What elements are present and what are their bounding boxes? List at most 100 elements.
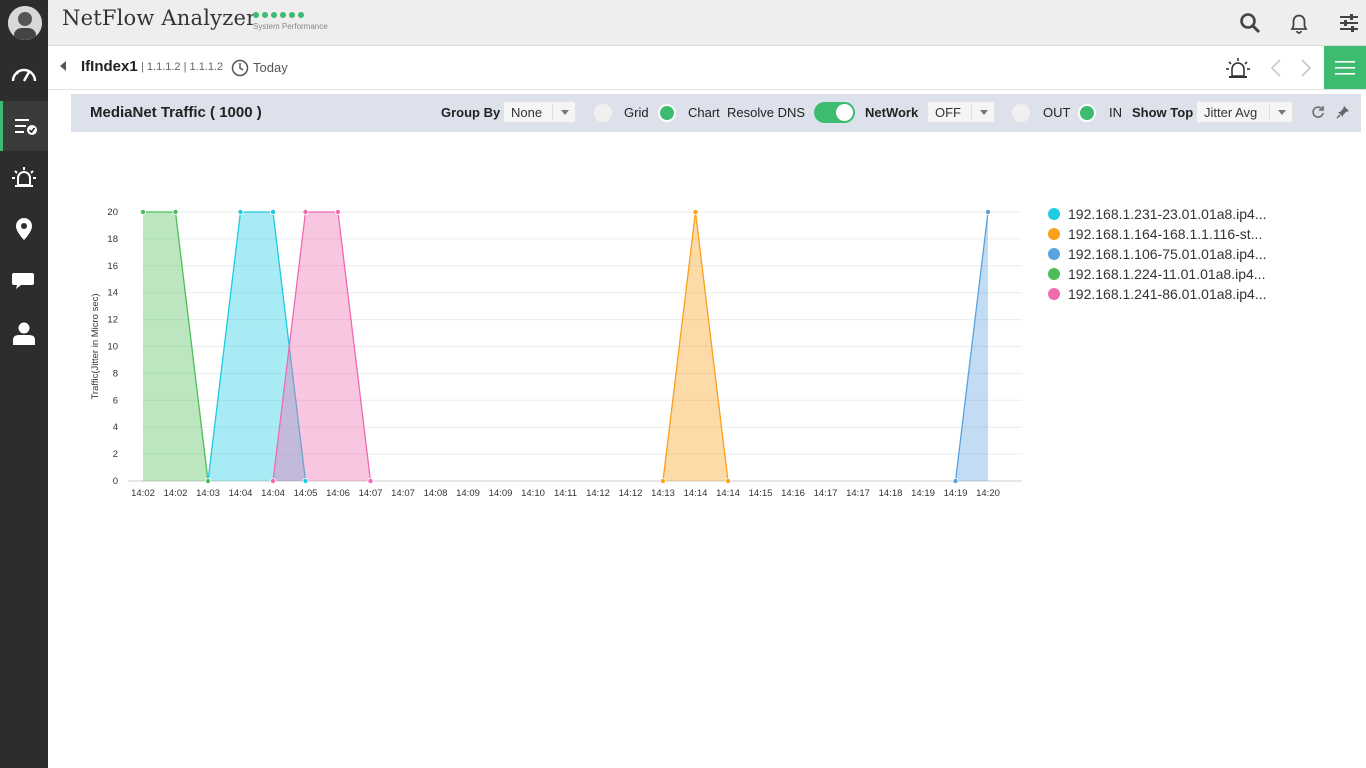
data-point <box>302 208 309 215</box>
data-point <box>692 208 699 215</box>
legend-item[interactable]: 192.168.1.231-23.01.01a8.ip4... <box>1048 204 1267 224</box>
legend-item[interactable]: 192.168.1.164-168.1.1.116-st... <box>1048 224 1267 244</box>
sidebar-item-chat[interactable] <box>0 256 48 306</box>
x-tick-label: 14:02 <box>131 488 155 499</box>
x-tick-label: 14:16 <box>781 488 805 499</box>
y-tick-label: 14 <box>107 288 118 299</box>
gauge-icon <box>11 68 37 82</box>
widget-toolbar: MediaNet Traffic ( 1000 ) Group By None … <box>71 94 1361 132</box>
y-tick-label: 12 <box>107 315 118 326</box>
chart-legend: 192.168.1.231-23.01.01a8.ip4... 192.168.1… <box>1048 204 1267 304</box>
search-icon <box>1240 13 1261 34</box>
chevron-left-icon[interactable] <box>1270 58 1282 78</box>
refresh-icon[interactable] <box>1311 105 1325 119</box>
data-point <box>269 208 276 215</box>
show-top-value: Jitter Avg <box>1204 105 1258 120</box>
x-tick-label: 14:11 <box>554 488 577 499</box>
user-avatar-image <box>8 6 42 40</box>
data-point <box>140 208 147 215</box>
time-period[interactable]: Today <box>253 60 288 75</box>
legend-color-dot <box>1048 288 1060 300</box>
network-select[interactable]: OFF <box>927 101 995 123</box>
chart-radio[interactable] <box>660 106 674 120</box>
show-top-label: Show Top <box>1132 105 1194 120</box>
legend-color-dot <box>1048 268 1060 280</box>
legend-label: 192.168.1.164-168.1.1.116-st... <box>1068 226 1263 242</box>
chevron-down-icon <box>1278 110 1286 115</box>
x-tick-label: 14:09 <box>489 488 513 499</box>
x-tick-label: 14:13 <box>651 488 675 499</box>
data-point <box>334 208 341 215</box>
data-point <box>985 208 992 215</box>
x-tick-label: 14:14 <box>684 488 708 499</box>
legend-label: 192.168.1.224-11.01.01a8.ip4... <box>1068 266 1266 282</box>
in-radio[interactable] <box>1080 106 1094 120</box>
x-tick-label: 14:06 <box>326 488 350 499</box>
grid-radio[interactable] <box>593 103 613 123</box>
chevron-right-icon[interactable] <box>1300 58 1312 78</box>
area-chart: 0 2 4 6 8 10 12 14 16 18 20 Traffic(Jitter in Micro… <box>90 207 1022 499</box>
notifications-button[interactable] <box>1286 10 1312 36</box>
alarm-button-icon[interactable] <box>1224 55 1252 81</box>
x-tick-label: 14:04 <box>261 488 285 499</box>
menu-button[interactable] <box>1324 46 1366 89</box>
out-radio[interactable] <box>1011 103 1031 123</box>
x-tick-label: 14:15 <box>749 488 773 499</box>
pin-icon[interactable] <box>1336 105 1350 119</box>
legend-item[interactable]: 192.168.1.241-86.01.01a8.ip4... <box>1048 284 1267 304</box>
group-by-label: Group By <box>441 105 501 120</box>
out-label: OUT <box>1043 105 1071 120</box>
sidebar <box>0 0 48 768</box>
legend-item[interactable]: 192.168.1.106-75.01.01a8.ip4... <box>1048 244 1267 264</box>
sliders-icon <box>1340 14 1358 32</box>
hamburger-icon <box>1335 60 1355 75</box>
data-point <box>205 477 212 484</box>
x-tick-label: 14:08 <box>424 488 448 499</box>
data-point <box>367 477 374 484</box>
x-tick-label: 14:05 <box>294 488 318 499</box>
network-value: OFF <box>935 105 961 120</box>
x-tick-label: 14:17 <box>846 488 870 499</box>
clock-icon[interactable] <box>231 59 249 77</box>
user-icon <box>13 322 35 345</box>
alarm-icon <box>12 167 36 187</box>
network-label: NetWork <box>865 105 919 120</box>
y-tick-label: 0 <box>113 476 118 487</box>
x-tick-label: 14:17 <box>814 488 838 499</box>
data-point <box>660 477 667 484</box>
group-by-value: None <box>511 105 543 120</box>
legend-label: 192.168.1.231-23.01.01a8.ip4... <box>1068 206 1267 222</box>
in-label: IN <box>1109 105 1122 120</box>
sidebar-item-maps[interactable] <box>0 204 48 254</box>
system-performance-indicator[interactable] <box>253 12 304 18</box>
group-by-select[interactable]: None <box>503 101 576 123</box>
avatar[interactable] <box>8 6 42 40</box>
chevron-down-icon <box>561 110 569 115</box>
data-point <box>269 477 276 484</box>
grid-label: Grid <box>624 105 649 120</box>
y-tick-label: 20 <box>107 207 118 218</box>
x-tick-label: 14:07 <box>359 488 383 499</box>
legend-color-dot <box>1048 208 1060 220</box>
list-check-icon <box>14 119 37 135</box>
y-tick-label: 18 <box>107 234 118 245</box>
sub-header: IfIndex1 | 1.1.1.2 | 1.1.1.2 Today <box>48 46 1366 90</box>
data-point <box>172 208 179 215</box>
legend-color-dot <box>1048 248 1060 260</box>
sidebar-item-user[interactable] <box>0 308 48 358</box>
chart-label: Chart <box>688 105 720 120</box>
legend-label: 192.168.1.106-75.01.01a8.ip4... <box>1068 246 1267 262</box>
sidebar-item-reports[interactable] <box>0 101 48 151</box>
legend-item[interactable]: 192.168.1.224-11.01.01a8.ip4... <box>1048 264 1267 284</box>
x-tick-label: 14:03 <box>196 488 220 499</box>
search-button[interactable] <box>1237 10 1263 36</box>
sidebar-item-dashboard[interactable] <box>0 49 48 99</box>
back-caret-icon[interactable] <box>60 61 66 71</box>
settings-button[interactable] <box>1336 10 1362 36</box>
x-tick-label: 14:19 <box>944 488 968 499</box>
show-top-select[interactable]: Jitter Avg <box>1196 101 1293 123</box>
resolve-dns-toggle[interactable] <box>814 102 855 123</box>
sidebar-item-alarms[interactable] <box>0 152 48 202</box>
x-tick-label: 14:20 <box>976 488 1000 499</box>
top-header: NetFlow Analyzer System Performance <box>48 0 1366 46</box>
